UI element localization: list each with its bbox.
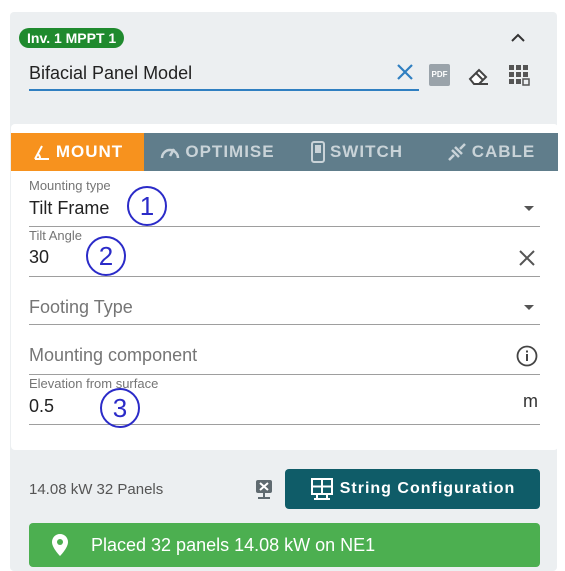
tab-mount-label: MOUNT xyxy=(55,142,124,161)
gauge-icon xyxy=(161,148,180,159)
tab-switch[interactable]: SWITCH xyxy=(290,133,423,171)
string-disconnect-icon[interactable] xyxy=(253,478,275,500)
chevron-down-icon xyxy=(524,206,534,211)
mounting-component-placeholder: Mounting component xyxy=(29,345,198,365)
mounting-type-label: Mounting type xyxy=(29,178,111,193)
location-pin-icon xyxy=(52,534,68,556)
elevation-label: Elevation from surface xyxy=(29,376,159,391)
mounting-type-select[interactable]: Mounting type Tilt Frame xyxy=(29,176,540,227)
placement-status-banner: Placed 32 panels 14.08 kW on NE1 xyxy=(29,523,540,567)
eraser-icon[interactable] xyxy=(467,64,491,88)
clear-tilt-icon[interactable] xyxy=(518,249,536,267)
mounting-type-value: Tilt Frame xyxy=(29,198,110,218)
tab-optimise-label: OPTIMISE xyxy=(185,142,275,161)
footing-type-placeholder: Footing Type xyxy=(29,297,133,317)
tab-switch-label: SWITCH xyxy=(329,142,404,161)
string-configuration-button[interactable]: String Configuration xyxy=(285,469,540,509)
tab-mount[interactable]: MOUNT xyxy=(11,133,144,171)
placement-status-text: Placed 32 panels 14.08 kW on NE1 xyxy=(91,534,376,555)
panel-model-input[interactable]: Bifacial Panel Model xyxy=(29,58,419,91)
string-configuration-label: String Configuration xyxy=(339,480,516,497)
tab-optimise[interactable]: OPTIMISE xyxy=(144,133,290,171)
tab-cable[interactable]: CABLE xyxy=(423,133,558,171)
switch-icon xyxy=(310,141,325,163)
annotation-marker-2: 2 xyxy=(86,236,126,276)
mppt-badge: Inv. 1 MPPT 1 xyxy=(19,28,125,48)
collapse-chevron-icon[interactable] xyxy=(508,28,528,48)
pdf-icon[interactable]: PDF xyxy=(429,64,450,86)
panel-model-value: Bifacial Panel Model xyxy=(29,63,193,83)
elevation-unit: m xyxy=(523,391,538,411)
cable-icon xyxy=(447,143,466,161)
tab-bar: MOUNT OPTIMISE SWITCH CABLE xyxy=(11,133,558,171)
clear-model-icon[interactable] xyxy=(395,62,415,82)
info-icon[interactable] xyxy=(516,345,538,367)
mounting-component-field[interactable]: Mounting component xyxy=(29,325,540,375)
tilt-angle-label: Tilt Angle xyxy=(29,228,82,243)
tab-cable-label: CABLE xyxy=(471,142,536,161)
footing-type-select[interactable]: Footing Type xyxy=(29,277,540,325)
panel-grid-icon[interactable] xyxy=(507,63,531,87)
string-grid-icon xyxy=(310,478,333,500)
capacity-summary: 14.08 kW 32 Panels xyxy=(29,481,164,498)
tilt-angle-value: 30 xyxy=(29,247,50,267)
annotation-marker-1: 1 xyxy=(127,186,167,226)
elevation-value: 0.5 xyxy=(29,396,55,416)
mount-icon xyxy=(33,145,49,160)
annotation-marker-3: 3 xyxy=(100,388,140,428)
chevron-down-icon xyxy=(524,305,534,310)
